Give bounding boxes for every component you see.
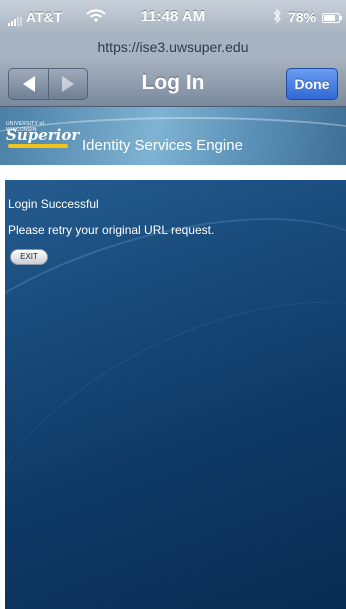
phone-screen: AT&T 11:48 AM 78% https://ise3.uwsuper.e… [0, 0, 346, 609]
logo-swoosh [8, 144, 68, 148]
status-bar: AT&T 11:48 AM 78% [0, 0, 346, 34]
university-logo: UNIVERSITY of WISCONSIN Superior [6, 121, 79, 153]
site-header-banner: UNIVERSITY of WISCONSIN Superior Identit… [0, 107, 346, 165]
done-button[interactable]: Done [286, 68, 338, 100]
exit-button[interactable]: EXIT [10, 249, 48, 265]
login-status-message: Login Successful [8, 197, 99, 211]
battery-percent: 78% [288, 9, 317, 25]
forward-arrow-icon [61, 76, 74, 92]
navigation-bar: Log In Done [0, 60, 346, 107]
bluetooth-icon [273, 8, 281, 24]
back-forward-control [8, 68, 88, 100]
banner-title: Identity Services Engine [82, 137, 243, 154]
logo-wordmark: Superior [6, 126, 80, 144]
back-arrow-icon [22, 76, 35, 92]
retry-message: Please retry your original URL request. [8, 223, 215, 237]
battery-level [324, 15, 335, 21]
back-button[interactable] [9, 69, 49, 99]
page-title: Log In [141, 71, 205, 94]
battery-icon [322, 13, 342, 23]
forward-button[interactable] [48, 69, 87, 99]
address-bar[interactable]: https://ise3.uwsuper.edu [0, 34, 346, 60]
content-panel: Login Successful Please retry your origi… [5, 180, 346, 609]
spacer [0, 165, 346, 180]
